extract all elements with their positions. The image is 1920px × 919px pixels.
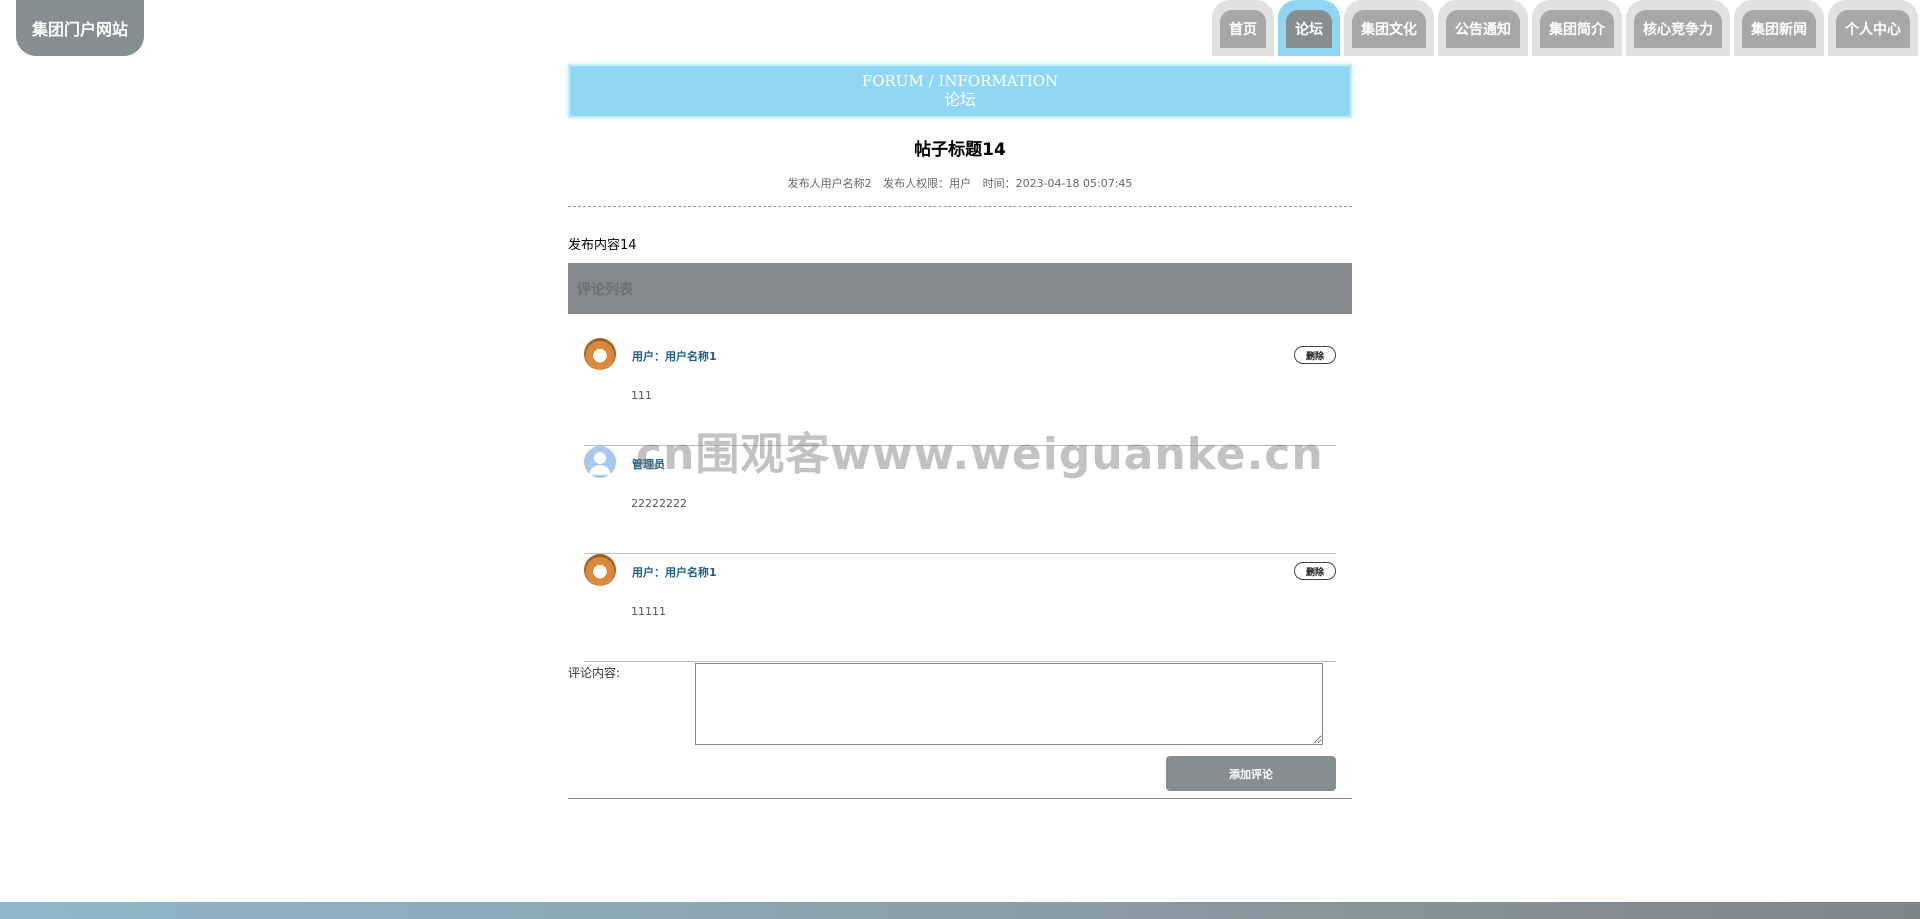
site-logo[interactable]: 集团门户网站 [16, 0, 144, 56]
post-content: 发布内容14 [568, 238, 637, 253]
comment-textarea[interactable] [695, 663, 1323, 745]
post-role: 发布人权限：用户 [883, 177, 972, 190]
nav-notices[interactable]: 公告通知 [1438, 0, 1528, 56]
comment-body: 22222222 [631, 497, 687, 510]
footer-bar [0, 902, 1920, 919]
banner-english: FORUM / INFORMATION [861, 72, 1059, 90]
add-comment-button[interactable]: 添加评论 [1166, 756, 1336, 791]
comment-author: 用户：用户名称1 [632, 566, 717, 579]
nav-label: 个人中心 [1836, 10, 1910, 48]
nav-label: 首页 [1220, 10, 1266, 48]
user-icon [589, 452, 611, 475]
nav-label: 集团新闻 [1742, 10, 1816, 48]
post-title: 帖子标题14 [914, 140, 1006, 160]
section-banner: FORUM / INFORMATION 论坛 [568, 64, 1352, 118]
nav-culture[interactable]: 集团文化 [1344, 0, 1434, 56]
nav-about[interactable]: 集团简介 [1532, 0, 1622, 56]
comment-content-label: 评论内容: [568, 666, 621, 680]
comment-body: 11111 [631, 605, 666, 618]
nav-forum[interactable]: 论坛 [1278, 0, 1340, 56]
comment-author: 用户：用户名称1 [632, 350, 717, 363]
post-divider [568, 206, 1352, 207]
comment-body: 111 [631, 389, 652, 402]
nav-label: 核心竞争力 [1634, 10, 1722, 48]
post-publisher: 发布人用户名称2 [787, 177, 872, 190]
nav-news[interactable]: 集团新闻 [1734, 0, 1824, 56]
nav-label: 集团文化 [1352, 10, 1426, 48]
nav-label: 论坛 [1286, 10, 1332, 48]
form-divider [568, 798, 1352, 799]
nav-label: 公告通知 [1446, 10, 1520, 48]
delete-button[interactable]: 删除 [1294, 562, 1336, 580]
dog-avatar [584, 554, 616, 586]
post-meta: 发布人用户名称2 发布人权限：用户 时间：2023-04-18 05:07:45 [568, 175, 1352, 191]
default-user-avatar [584, 446, 616, 478]
dog-avatar [584, 338, 616, 370]
comment-list-header: 评论列表 [568, 263, 1352, 314]
nav-home[interactable]: 首页 [1212, 0, 1274, 56]
nav-profile[interactable]: 个人中心 [1828, 0, 1918, 56]
banner-chinese: 论坛 [943, 90, 976, 109]
nav-competitiveness[interactable]: 核心竞争力 [1626, 0, 1730, 56]
post-time: 时间：2023-04-18 05:07:45 [982, 177, 1133, 190]
nav-label: 集团简介 [1540, 10, 1614, 48]
comment-item: 用户：用户名称1 11111 删除 [584, 554, 1336, 662]
watermark: cn围观客www.weiguanke.cn [636, 429, 1324, 480]
delete-button[interactable]: 删除 [1294, 346, 1336, 364]
main-nav: 首页 论坛 集团文化 公告通知 集团简介 核心竞争力 集团新闻 个人中心 [1212, 0, 1918, 56]
